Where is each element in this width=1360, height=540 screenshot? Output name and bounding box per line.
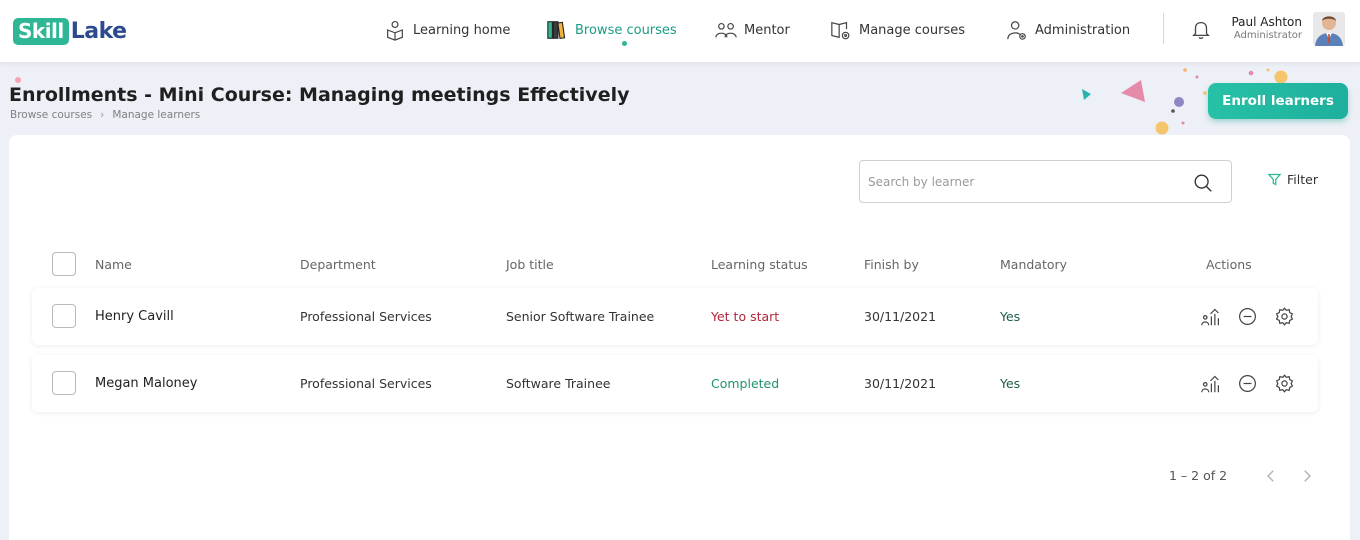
enrollments-card: Filter Name Department Job title Learnin… <box>9 135 1350 540</box>
nav-administration[interactable]: Administration <box>1006 16 1130 44</box>
learner-department: Professional Services <box>300 309 432 324</box>
user-name: Paul Ashton <box>1231 15 1302 29</box>
filter-funnel-icon <box>1267 173 1282 186</box>
column-header-learning-status[interactable]: Learning status <box>711 257 808 272</box>
breadcrumb-separator: › <box>100 109 105 121</box>
learning-home-icon <box>387 20 403 41</box>
decorative-dot <box>15 77 21 83</box>
nav-browse-courses-label: Browse courses <box>575 22 677 38</box>
settings-gear-icon[interactable] <box>1274 306 1295 327</box>
nav-learning-home-label: Learning home <box>413 22 511 38</box>
filter-label: Filter <box>1287 172 1318 187</box>
pagination-range: 1 – 2 of 2 <box>1169 468 1228 483</box>
row-actions <box>1200 373 1295 394</box>
finish-by-date: 30/11/2021 <box>864 376 937 391</box>
nav-mentor-label: Mentor <box>744 22 790 38</box>
admin-user-icon <box>1007 21 1026 40</box>
nav-learning-home[interactable]: Learning home <box>384 16 510 44</box>
select-all-checkbox[interactable] <box>52 252 76 276</box>
mentor-icon <box>715 22 737 38</box>
column-header-department[interactable]: Department <box>300 257 376 272</box>
column-header-actions: Actions <box>1206 257 1252 272</box>
nav-divider <box>1163 13 1164 44</box>
nav-mentor[interactable]: Mentor <box>715 16 790 44</box>
learning-status-badge: Yet to start <box>711 309 780 324</box>
learner-name[interactable]: Megan Maloney <box>95 376 197 391</box>
logo-text-skill: Skill <box>13 17 69 45</box>
breadcrumb: Browse courses › Manage learners <box>10 109 200 121</box>
learner-department: Professional Services <box>300 376 432 391</box>
manage-courses-icon <box>831 21 850 40</box>
column-header-name[interactable]: Name <box>95 257 132 272</box>
row-checkbox[interactable] <box>52 371 76 395</box>
user-role: Administrator <box>1233 30 1302 41</box>
nav-manage-courses-label: Manage courses <box>859 22 965 38</box>
learning-status-badge: Completed <box>711 376 780 391</box>
unenroll-minus-icon[interactable] <box>1237 373 1258 394</box>
page-title: Enrollments - Mini Course: Managing meet… <box>9 84 630 106</box>
nav-browse-courses[interactable]: Browse courses <box>546 16 677 44</box>
search-learner-input[interactable] <box>868 170 1168 194</box>
learner-name[interactable]: Henry Cavill <box>95 309 174 324</box>
column-header-job-title[interactable]: Job title <box>506 257 554 272</box>
finish-by-date: 30/11/2021 <box>864 309 937 324</box>
unenroll-minus-icon[interactable] <box>1237 306 1258 327</box>
progress-report-icon[interactable] <box>1200 306 1221 327</box>
user-avatar[interactable] <box>1313 12 1345 46</box>
learner-job-title: Senior Software Trainee <box>506 309 655 324</box>
nav-manage-courses[interactable]: Manage courses <box>830 16 965 44</box>
row-actions <box>1200 306 1295 327</box>
row-checkbox[interactable] <box>52 304 76 328</box>
logo-text-lake: Lake <box>70 18 127 44</box>
previous-page-chevron-icon[interactable] <box>1262 467 1280 485</box>
books-icon <box>547 21 566 40</box>
next-page-chevron-icon[interactable] <box>1298 467 1316 485</box>
top-navigation-bar: Skill Lake Learning home Browse courses … <box>0 0 1360 62</box>
breadcrumb-manage-learners: Manage learners <box>112 109 201 121</box>
search-box[interactable] <box>859 160 1232 203</box>
nav-administration-label: Administration <box>1035 22 1131 38</box>
search-icon[interactable] <box>1192 172 1214 194</box>
mandatory-value: Yes <box>1000 309 1021 324</box>
breadcrumb-browse-courses[interactable]: Browse courses <box>10 109 92 121</box>
mandatory-value: Yes <box>1000 376 1021 391</box>
column-header-finish-by[interactable]: Finish by <box>864 257 919 272</box>
active-nav-indicator <box>622 41 627 46</box>
enroll-learners-button[interactable]: Enroll learners <box>1208 83 1348 119</box>
column-header-mandatory[interactable]: Mandatory <box>1000 257 1067 272</box>
skilllake-logo[interactable]: Skill Lake <box>13 17 127 45</box>
table-row[interactable]: Henry Cavill Professional Services Senio… <box>32 288 1318 345</box>
filter-button[interactable]: Filter <box>1267 172 1318 187</box>
progress-report-icon[interactable] <box>1200 373 1221 394</box>
learner-job-title: Software Trainee <box>506 376 611 391</box>
settings-gear-icon[interactable] <box>1274 373 1295 394</box>
table-row[interactable]: Megan Maloney Professional Services Soft… <box>32 355 1318 412</box>
